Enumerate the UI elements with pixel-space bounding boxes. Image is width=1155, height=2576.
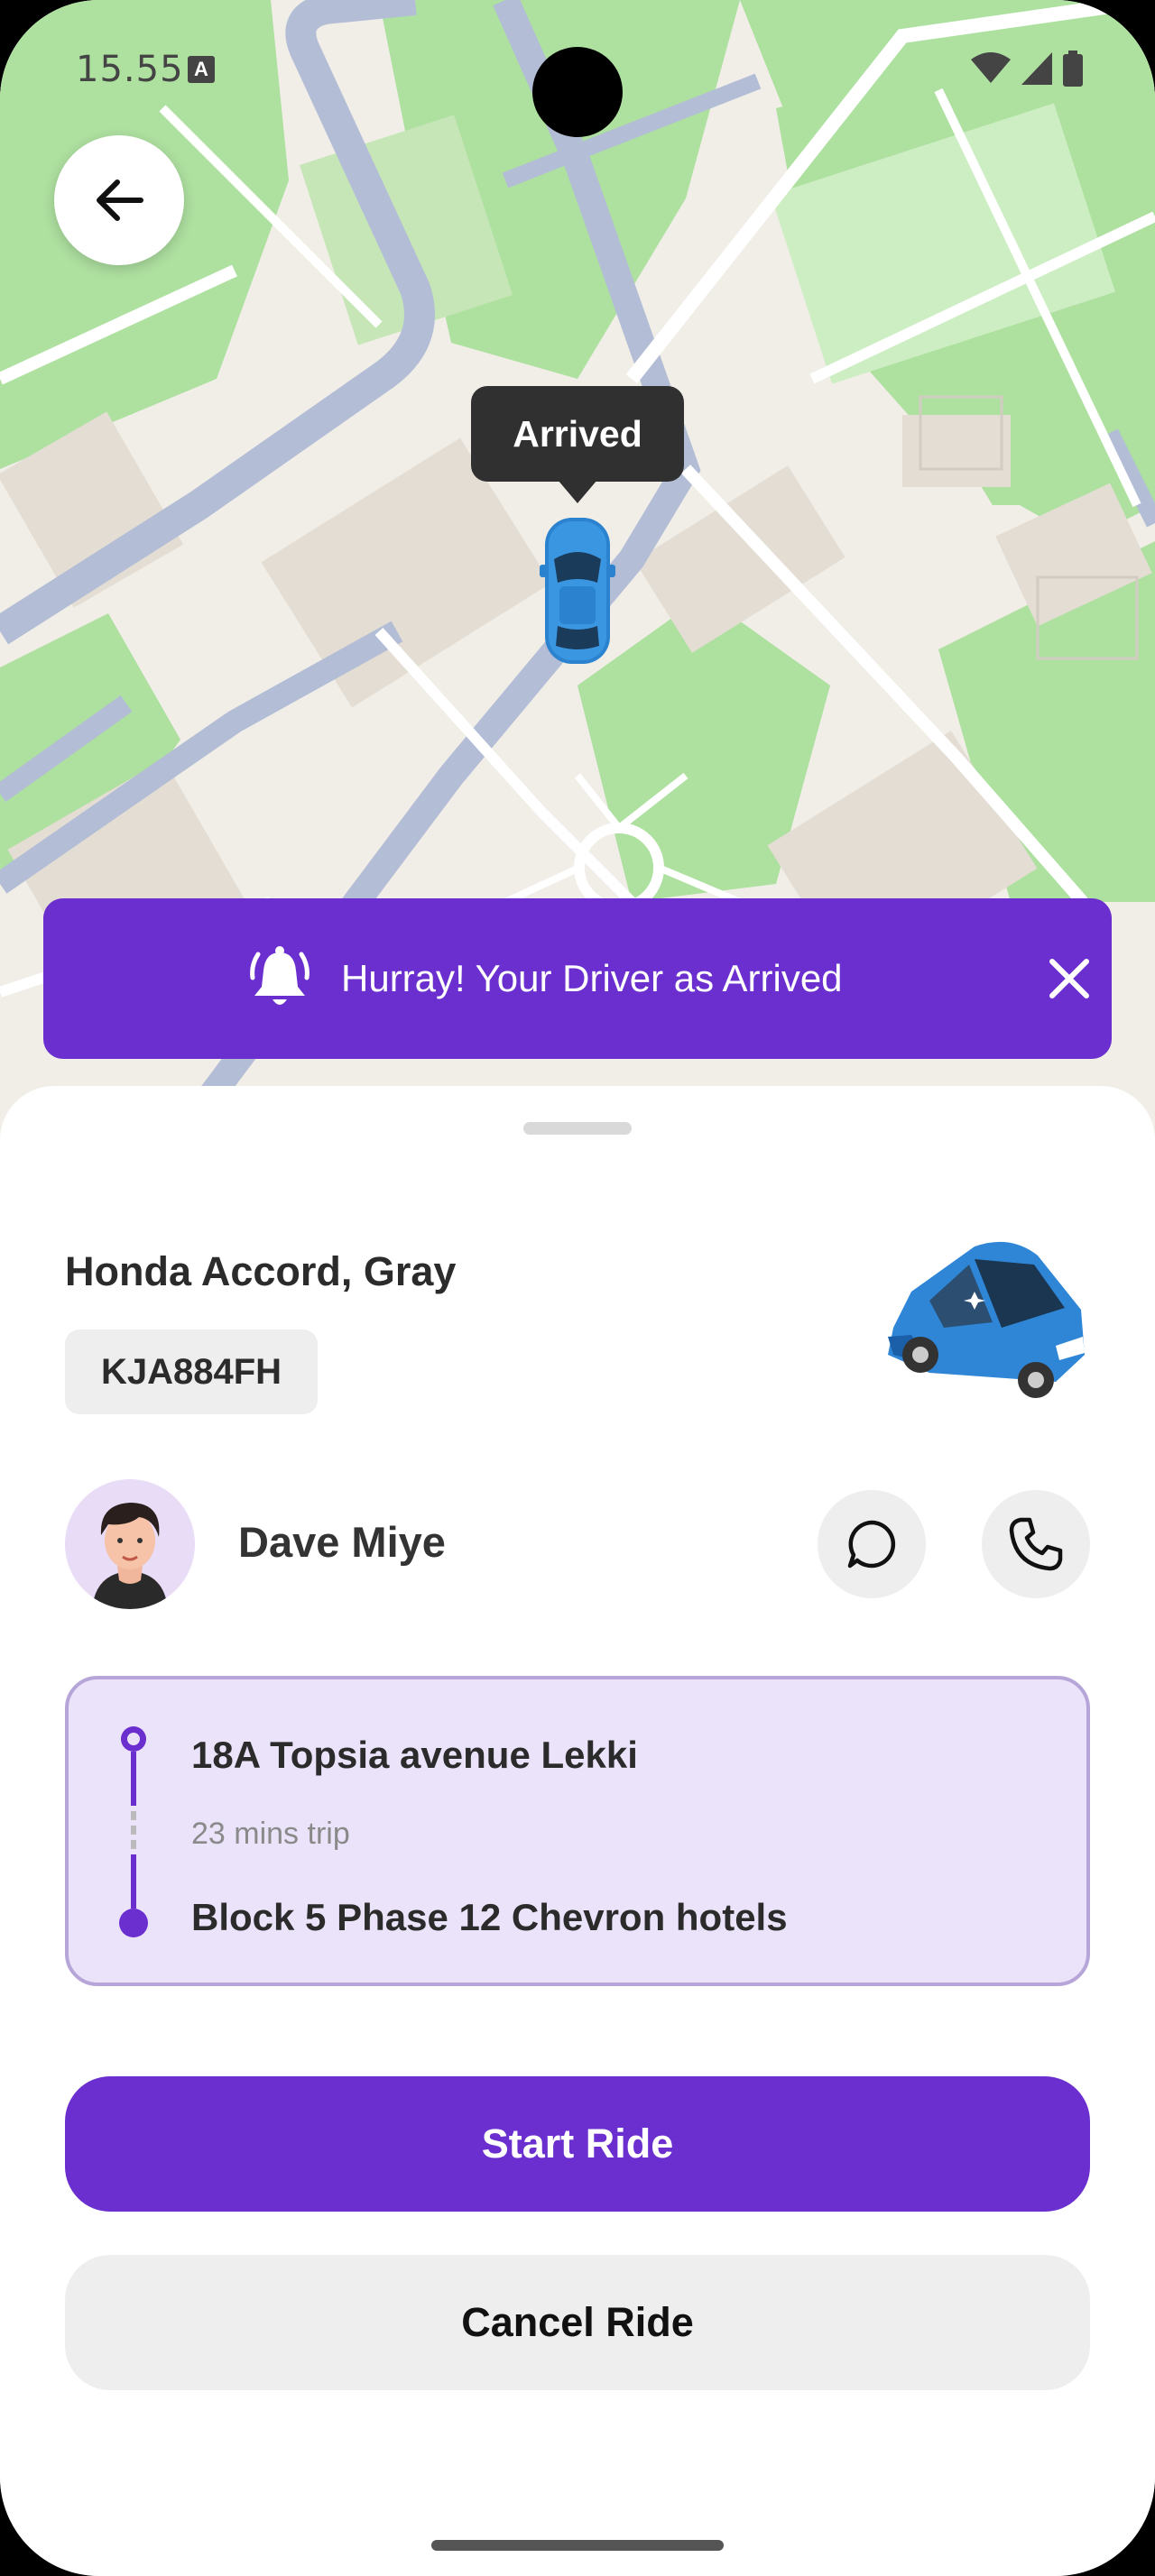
bell-ring-icon (250, 946, 310, 1005)
banner-message: Hurray! Your Driver as Arrived (341, 957, 843, 999)
driver-name: Dave Miye (238, 1518, 446, 1566)
route-card: 18A Topsia avenue Lekki 23 mins trip Blo… (65, 1676, 1090, 1986)
car-marker-icon[interactable] (540, 514, 615, 667)
arrival-notification-banner: Hurray! Your Driver as Arrived (43, 898, 1112, 1059)
signal-icon (1021, 52, 1052, 85)
trip-duration: 23 mins trip (191, 1817, 350, 1851)
sheet-drag-handle[interactable] (523, 1122, 632, 1135)
route-line-icon (119, 1726, 148, 1937)
close-icon[interactable] (1045, 954, 1094, 1003)
phone-screen: 15.55 A Arrived Hurray! Your Driver as A… (0, 0, 1155, 2576)
status-time: 15.55 (76, 49, 184, 90)
cancel-ride-button[interactable]: Cancel Ride (65, 2255, 1090, 2390)
avatar-icon (65, 1479, 195, 1609)
battery-icon (1063, 51, 1083, 87)
tooltip-pointer (558, 480, 597, 503)
camera-cutout (532, 47, 623, 137)
start-ride-button[interactable]: Start Ride (65, 2076, 1090, 2212)
call-button[interactable] (982, 1490, 1090, 1598)
home-indicator[interactable] (431, 2540, 724, 2551)
license-plate: KJA884FH (65, 1329, 318, 1414)
ride-details-sheet: Honda Accord, Gray KJA884FH Dave Miye 18… (0, 1086, 1155, 2576)
arrow-left-icon (97, 179, 143, 221)
car-image-icon (888, 1241, 1085, 1398)
chat-button[interactable] (818, 1490, 926, 1598)
arrived-tooltip: Arrived (471, 386, 684, 482)
wifi-icon (971, 52, 1011, 83)
chat-icon (847, 1520, 896, 1569)
phone-icon (1009, 1517, 1063, 1571)
a-notification-icon: A (188, 56, 215, 83)
driver-avatar[interactable] (65, 1479, 195, 1609)
pickup-address: 18A Topsia avenue Lekki (191, 1734, 638, 1776)
vehicle-title: Honda Accord, Gray (65, 1248, 457, 1294)
dropoff-address: Block 5 Phase 12 Chevron hotels (191, 1896, 788, 1938)
back-button[interactable] (54, 135, 184, 265)
status-icons (971, 51, 1083, 87)
